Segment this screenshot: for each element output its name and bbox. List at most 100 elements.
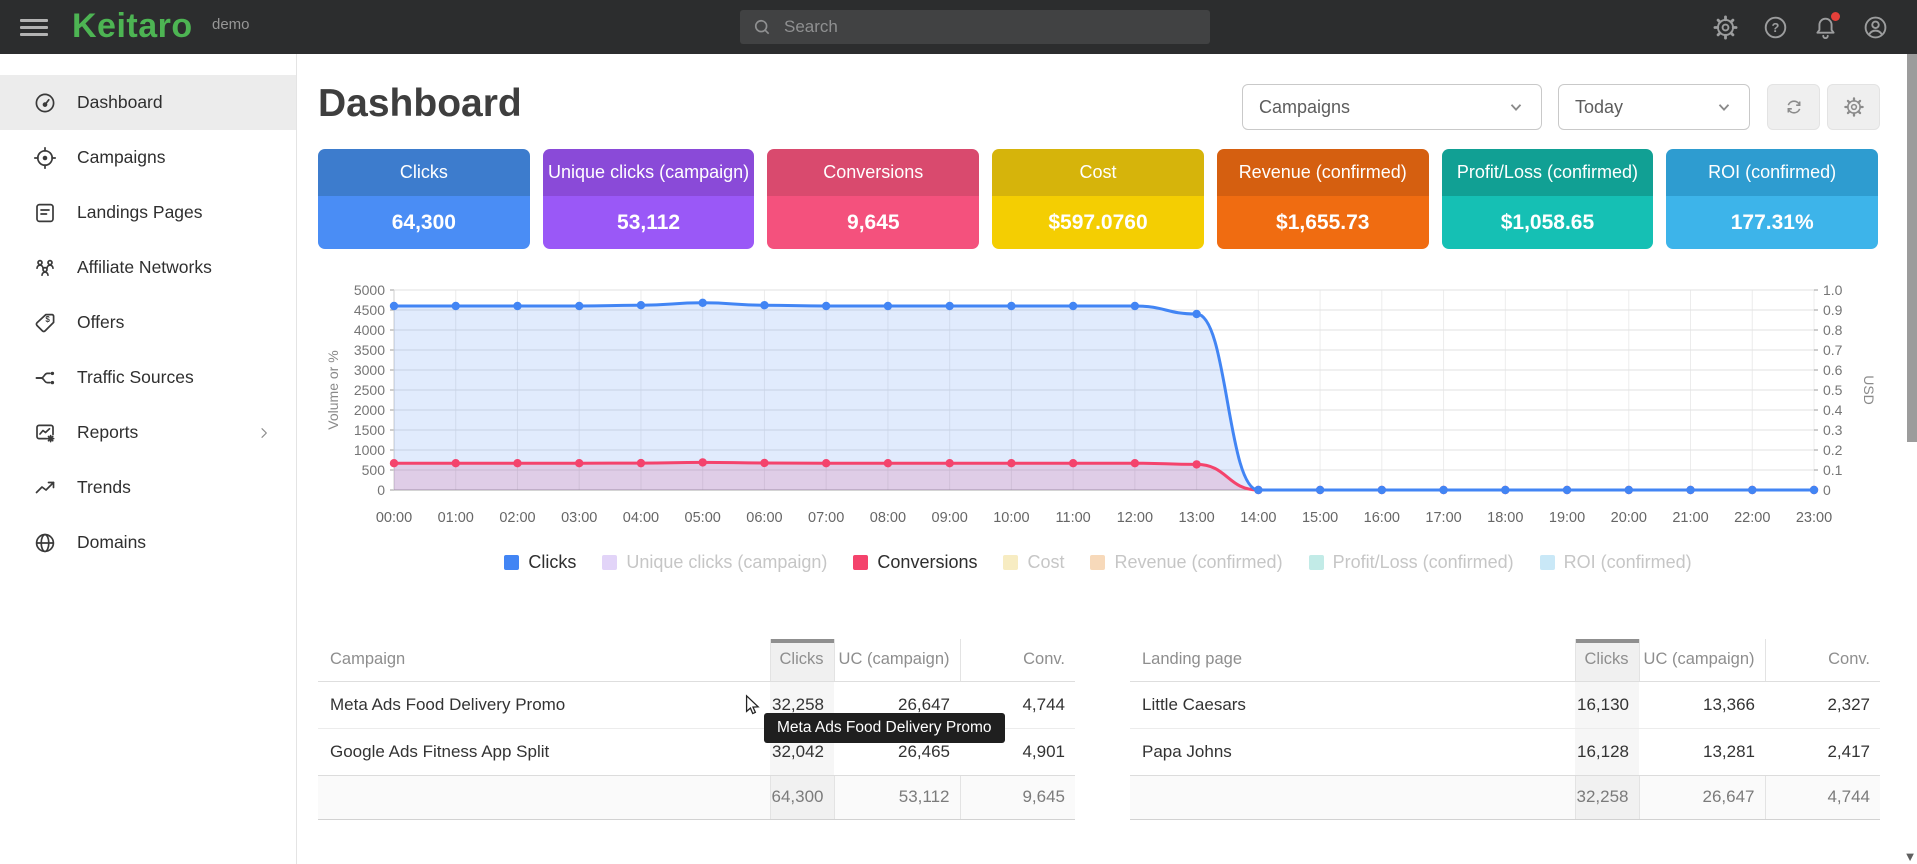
trends-icon bbox=[33, 476, 57, 500]
legend-swatch bbox=[853, 555, 868, 570]
metric-card-cost: Cost $597.0760 bbox=[992, 149, 1204, 249]
dashboard-settings-button[interactable] bbox=[1827, 84, 1880, 130]
svg-text:USD: USD bbox=[1861, 375, 1877, 405]
sidebar-item-reports[interactable]: Reports bbox=[0, 405, 296, 460]
legend-item-unique-clicks-campaign[interactable]: Unique clicks (campaign) bbox=[602, 552, 827, 573]
column-header-uc-campaign[interactable]: UC (campaign) bbox=[834, 639, 960, 681]
svg-text:5000: 5000 bbox=[354, 282, 385, 298]
chart-legend: Clicks Unique clicks (campaign) Conversi… bbox=[318, 552, 1878, 573]
row-name-cell[interactable]: Google Ads Fitness App Split bbox=[318, 728, 770, 775]
svg-text:20:00: 20:00 bbox=[1611, 510, 1647, 526]
sidebar-item-offers[interactable]: $Offers bbox=[0, 295, 296, 350]
menu-icon[interactable] bbox=[20, 15, 48, 39]
sidebar-item-campaigns[interactable]: Campaigns bbox=[0, 130, 296, 185]
svg-text:0.7: 0.7 bbox=[1823, 342, 1843, 358]
sidebar-item-label: Traffic Sources bbox=[77, 367, 194, 388]
legend-label: Conversions bbox=[877, 552, 977, 573]
campaigns-filter-value: Campaigns bbox=[1259, 97, 1350, 118]
chevron-down-icon bbox=[1715, 98, 1733, 116]
metric-card-profit-loss-confirmed: Profit/Loss (confirmed) $1,058.65 bbox=[1442, 149, 1654, 249]
sidebar-item-traffic-sources[interactable]: Traffic Sources bbox=[0, 350, 296, 405]
svg-text:15:00: 15:00 bbox=[1302, 510, 1338, 526]
notifications-icon[interactable] bbox=[1812, 14, 1839, 41]
legend-item-conversions[interactable]: Conversions bbox=[853, 552, 977, 573]
legend-label: ROI (confirmed) bbox=[1564, 552, 1692, 573]
svg-text:2500: 2500 bbox=[354, 382, 385, 398]
metric-card-label: ROI (confirmed) bbox=[1666, 149, 1878, 196]
row-tooltip: Meta Ads Food Delivery Promo bbox=[764, 713, 1005, 743]
search-input[interactable] bbox=[784, 17, 1198, 37]
svg-text:16:00: 16:00 bbox=[1364, 510, 1400, 526]
sidebar: DashboardCampaignsLandings PagesAffiliat… bbox=[0, 54, 297, 864]
svg-text:01:00: 01:00 bbox=[438, 510, 474, 526]
legend-item-revenue-confirmed[interactable]: Revenue (confirmed) bbox=[1090, 552, 1282, 573]
campaigns-filter-select[interactable]: Campaigns bbox=[1242, 84, 1542, 130]
legend-label: Unique clicks (campaign) bbox=[626, 552, 827, 573]
legend-item-clicks[interactable]: Clicks bbox=[504, 552, 576, 573]
svg-text:23:00: 23:00 bbox=[1796, 510, 1832, 526]
app-logo[interactable]: Keitaro bbox=[72, 7, 193, 46]
metric-card-label: Cost bbox=[992, 149, 1204, 196]
column-header-landing-page[interactable]: Landing page bbox=[1130, 639, 1575, 681]
page-title: Dashboard bbox=[318, 82, 522, 126]
column-header-conv[interactable]: Conv. bbox=[1765, 639, 1880, 681]
legend-label: Clicks bbox=[528, 552, 576, 573]
row-name-cell[interactable]: Meta Ads Food Delivery Promo bbox=[318, 681, 770, 728]
column-header-campaign[interactable]: Campaign bbox=[318, 639, 770, 681]
table-row[interactable]: Little Caesars16,13013,3662,327 bbox=[1130, 681, 1880, 728]
sidebar-item-dashboard[interactable]: Dashboard bbox=[0, 75, 296, 130]
column-header-clicks[interactable]: Clicks bbox=[770, 639, 834, 681]
row-value-cell: 13,281 bbox=[1639, 728, 1765, 775]
totals-cell: 64,300 bbox=[770, 775, 834, 819]
row-value-cell: 16,128 bbox=[1575, 728, 1639, 775]
svg-text:07:00: 07:00 bbox=[808, 510, 844, 526]
row-name-cell[interactable]: Little Caesars bbox=[1130, 681, 1575, 728]
legend-swatch bbox=[1003, 555, 1018, 570]
metric-card-value: 9,645 bbox=[767, 196, 979, 249]
svg-text:500: 500 bbox=[362, 462, 386, 478]
column-header-uc-campaign[interactable]: UC (campaign) bbox=[1639, 639, 1765, 681]
svg-text:0: 0 bbox=[1823, 482, 1831, 498]
settings-icon[interactable] bbox=[1712, 14, 1739, 41]
svg-text:2000: 2000 bbox=[354, 402, 385, 418]
traffic-icon bbox=[33, 366, 57, 390]
legend-swatch bbox=[1090, 555, 1105, 570]
metric-card-value: 64,300 bbox=[318, 196, 530, 249]
column-header-conv[interactable]: Conv. bbox=[960, 639, 1075, 681]
totals-cell: 32,258 bbox=[1575, 775, 1639, 819]
sidebar-item-domains[interactable]: Domains bbox=[0, 515, 296, 570]
refresh-button[interactable] bbox=[1767, 84, 1820, 130]
date-range-select[interactable]: Today bbox=[1558, 84, 1750, 130]
gear-icon bbox=[1843, 96, 1865, 118]
sidebar-item-trends[interactable]: Trends bbox=[0, 460, 296, 515]
svg-text:00:00: 00:00 bbox=[376, 510, 412, 526]
reports-icon bbox=[33, 421, 57, 445]
legend-item-profit-loss-confirmed[interactable]: Profit/Loss (confirmed) bbox=[1309, 552, 1514, 573]
table-row[interactable]: Papa Johns16,12813,2812,417 bbox=[1130, 728, 1880, 775]
row-value-cell: 16,130 bbox=[1575, 681, 1639, 728]
sidebar-item-landings-pages[interactable]: Landings Pages bbox=[0, 185, 296, 240]
help-icon[interactable]: ? bbox=[1762, 14, 1789, 41]
svg-text:02:00: 02:00 bbox=[499, 510, 535, 526]
account-icon[interactable] bbox=[1862, 14, 1889, 41]
column-header-clicks[interactable]: Clicks bbox=[1575, 639, 1639, 681]
metric-card-value: 53,112 bbox=[543, 196, 755, 249]
svg-text:05:00: 05:00 bbox=[685, 510, 721, 526]
scrollbar-thumb[interactable] bbox=[1907, 54, 1917, 442]
metric-card-unique-clicks-campaign: Unique clicks (campaign) 53,112 bbox=[543, 149, 755, 249]
sidebar-item-label: Domains bbox=[77, 532, 146, 553]
legend-item-roi-confirmed[interactable]: ROI (confirmed) bbox=[1540, 552, 1692, 573]
svg-text:06:00: 06:00 bbox=[746, 510, 782, 526]
svg-text:0: 0 bbox=[377, 482, 385, 498]
logo-demo-badge: demo bbox=[212, 16, 250, 33]
legend-item-cost[interactable]: Cost bbox=[1003, 552, 1064, 573]
sidebar-item-affiliate-networks[interactable]: Affiliate Networks bbox=[0, 240, 296, 295]
totals-cell bbox=[318, 775, 770, 819]
svg-text:11:00: 11:00 bbox=[1056, 510, 1091, 526]
metric-card-conversions: Conversions 9,645 bbox=[767, 149, 979, 249]
row-name-cell[interactable]: Papa Johns bbox=[1130, 728, 1575, 775]
svg-text:14:00: 14:00 bbox=[1240, 510, 1276, 526]
legend-swatch bbox=[504, 555, 519, 570]
chevron-down-icon bbox=[1507, 98, 1525, 116]
svg-text:18:00: 18:00 bbox=[1487, 510, 1523, 526]
